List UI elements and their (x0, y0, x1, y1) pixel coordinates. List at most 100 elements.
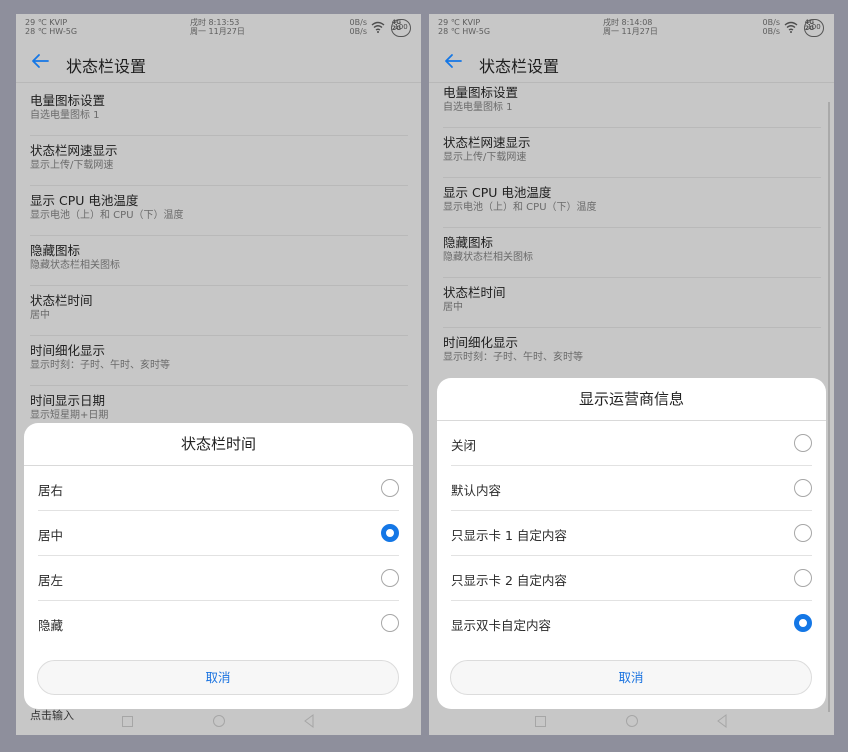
option-label: 显示双卡自定内容 (451, 618, 552, 633)
wifi-icon (371, 21, 385, 33)
item-subtitle: 显示电池（上）和 CPU（下）温度 (443, 202, 597, 213)
speed-up: 0B/s (349, 18, 367, 27)
item-subtitle: 居中 (443, 302, 463, 313)
status-bar: 29 ℃ KVIP 28 ℃ HW-5G 戌时 8:13:53 周一 11月27… (16, 14, 421, 42)
carrier-info: 29 ℃ KVIP 28 ℃ HW-5G (25, 18, 77, 36)
phone-screen-left: 29 ℃ KVIP 28 ℃ HW-5G 戌时 8:13:53 周一 11月27… (16, 14, 421, 735)
recents-icon[interactable] (535, 716, 546, 727)
option-row[interactable]: 居左 (38, 556, 399, 601)
network-speed: 0B/s 0B/s (763, 18, 780, 36)
option-list: 关闭 默认内容 只显示卡 1 自定内容 只显示卡 2 自定内容 显示双卡自定内容 (437, 421, 826, 646)
list-item[interactable]: 状态栏时间 居中 (443, 278, 821, 328)
home-icon[interactable] (213, 715, 225, 727)
option-row[interactable]: 默认内容 (451, 466, 812, 511)
radio-button[interactable] (381, 479, 399, 497)
clock: 戌时 8:13:53 周一 11月27日 (190, 18, 245, 36)
option-list: 居右 居中 居左 隐藏 (24, 466, 413, 646)
divider (16, 82, 421, 83)
item-title: 状态栏时间 (443, 285, 506, 300)
item-title: 时间细化显示 (443, 335, 519, 350)
item-subtitle: 显示上传/下载网速 (30, 160, 114, 171)
list-item[interactable]: 时间细化显示 显示时刻：子时、午时、亥时等 (30, 336, 408, 386)
item-subtitle: 显示电池（上）和 CPU（下）温度 (30, 210, 184, 221)
radio-button-selected[interactable] (381, 524, 399, 542)
carrier-info: 29 ℃ KVIP 28 ℃ HW-5G (438, 18, 490, 36)
list-item[interactable]: 显示 CPU 电池温度 显示电池（上）和 CPU（下）温度 (443, 178, 821, 228)
option-row[interactable]: 只显示卡 1 自定内容 (451, 511, 812, 556)
radio-button[interactable] (381, 614, 399, 632)
option-label: 只显示卡 1 自定内容 (451, 528, 567, 543)
option-label: 隐藏 (38, 618, 64, 633)
radio-button[interactable] (794, 434, 812, 452)
option-label: 居右 (38, 483, 64, 498)
item-subtitle: 显示时刻：子时、午时、亥时等 (443, 352, 583, 363)
list-item[interactable]: 状态栏网速显示 显示上传/下载网速 (30, 136, 408, 186)
status-time: 戌时 8:14:08 (603, 18, 653, 27)
recents-icon[interactable] (122, 716, 133, 727)
item-title: 显示 CPU 电池温度 (30, 193, 139, 208)
option-row[interactable]: 居中 (38, 511, 399, 556)
radio-button[interactable] (794, 479, 812, 497)
list-item[interactable]: 状态栏网速显示 显示上传/下载网速 (443, 128, 821, 178)
status-bar-time-dialog: 状态栏时间 居右 居中 居左 隐藏 取消 (24, 423, 413, 709)
option-label: 关闭 (451, 438, 477, 453)
clock: 戌时 8:14:08 周一 11月27日 (603, 18, 658, 36)
settings-list: 电量图标设置 自选电量图标 1 状态栏网速显示 显示上传/下载网速 显示 CPU… (443, 78, 821, 378)
option-row[interactable]: 显示双卡自定内容 (451, 601, 812, 646)
list-item[interactable]: 电量图标设置 自选电量图标 1 (443, 78, 821, 128)
item-title: 显示 CPU 电池温度 (443, 185, 552, 200)
list-item[interactable]: 电量图标设置 自选电量图标 1 (30, 86, 408, 136)
carrier-info-dialog: 显示运营商信息 关闭 默认内容 只显示卡 1 自定内容 只显示卡 2 自定内容 … (437, 378, 826, 709)
option-row[interactable]: 只显示卡 2 自定内容 (451, 556, 812, 601)
cancel-button[interactable]: 取消 (37, 660, 399, 695)
list-item[interactable]: 状态栏时间 居中 (30, 286, 408, 336)
back-arrow-icon[interactable] (29, 50, 51, 72)
page-title: 状态栏设置 (479, 57, 560, 76)
home-icon[interactable] (626, 715, 638, 727)
item-subtitle: 隐藏状态栏相关图标 (30, 260, 120, 271)
item-title: 时间细化显示 (30, 343, 106, 358)
speed-down: 0B/s (349, 27, 367, 36)
option-label: 居左 (38, 573, 64, 588)
dialog-title: 显示运营商信息 (437, 378, 826, 421)
battery-icon: 100 (391, 19, 411, 37)
nav-back-icon[interactable] (715, 714, 729, 728)
scrollbar[interactable] (828, 102, 830, 712)
item-title: 状态栏时间 (30, 293, 93, 308)
wifi-icon (784, 21, 798, 33)
cancel-button[interactable]: 取消 (450, 660, 812, 695)
nav-back-icon[interactable] (302, 714, 316, 728)
back-arrow-icon[interactable] (442, 50, 464, 72)
option-label: 只显示卡 2 自定内容 (451, 573, 567, 588)
item-subtitle: 居中 (30, 310, 50, 321)
option-row[interactable]: 居右 (38, 466, 399, 511)
radio-button[interactable] (381, 569, 399, 587)
list-item[interactable]: 隐藏图标 隐藏状态栏相关图标 (30, 236, 408, 286)
option-row[interactable]: 关闭 (451, 421, 812, 466)
list-item[interactable]: 显示 CPU 电池温度 显示电池（上）和 CPU（下）温度 (30, 186, 408, 236)
list-item[interactable]: 隐藏图标 隐藏状态栏相关图标 (443, 228, 821, 278)
dialog-title: 状态栏时间 (24, 423, 413, 466)
status-time: 戌时 8:13:53 (190, 18, 240, 27)
item-subtitle: 显示时刻：子时、午时、亥时等 (30, 360, 170, 371)
option-row[interactable]: 隐藏 (38, 601, 399, 646)
radio-button[interactable] (794, 569, 812, 587)
phone-screen-right: 29 ℃ KVIP 28 ℃ HW-5G 戌时 8:14:08 周一 11月27… (429, 14, 834, 735)
carrier-line-2: 28 ℃ HW-5G (438, 27, 491, 36)
list-item[interactable]: 时间细化显示 显示时刻：子时、午时、亥时等 (443, 328, 821, 378)
navigation-bar (16, 709, 421, 735)
radio-button[interactable] (794, 524, 812, 542)
speed-up: 0B/s (762, 18, 780, 27)
item-title: 电量图标设置 (30, 93, 106, 108)
status-bar: 29 ℃ KVIP 28 ℃ HW-5G 戌时 8:14:08 周一 11月27… (429, 14, 834, 42)
item-title: 时间显示日期 (30, 393, 106, 408)
option-label: 居中 (38, 528, 64, 543)
network-speed: 0B/s 0B/s (350, 18, 367, 36)
settings-list: 电量图标设置 自选电量图标 1 状态栏网速显示 显示上传/下载网速 显示 CPU… (30, 86, 408, 436)
radio-button-selected[interactable] (794, 614, 812, 632)
navigation-bar (429, 709, 834, 735)
app-bar: 状态栏设置 (429, 46, 834, 82)
item-title: 隐藏图标 (443, 235, 494, 250)
battery-icon: 100 (804, 19, 824, 37)
status-date: 周一 11月27日 (603, 27, 658, 36)
